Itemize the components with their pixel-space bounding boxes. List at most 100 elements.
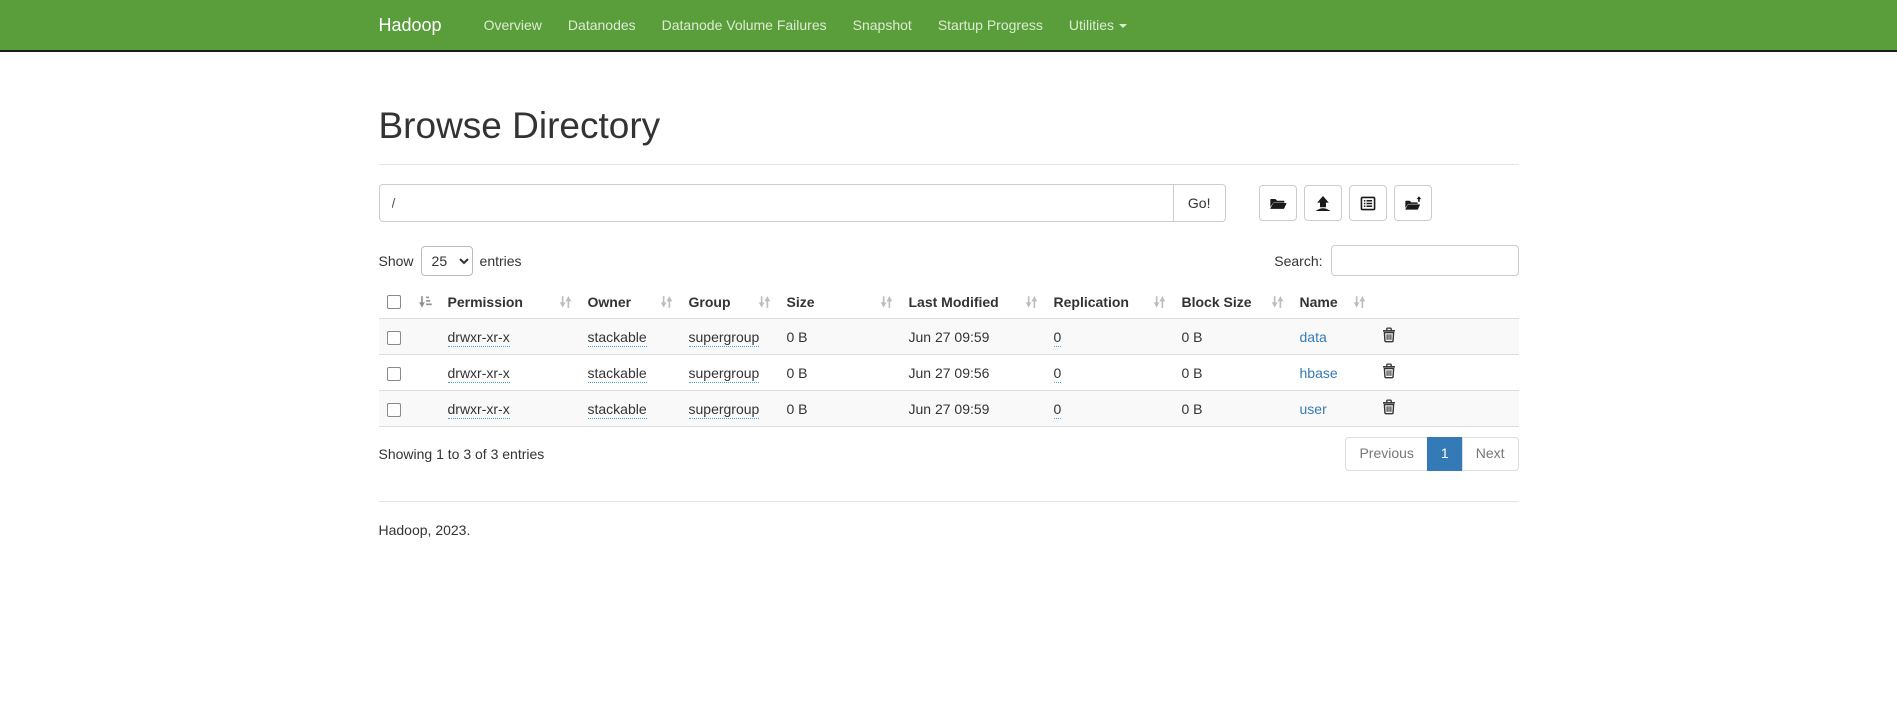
pagination: Previous 1 Next <box>1345 437 1518 471</box>
dir-link[interactable]: user <box>1300 401 1327 417</box>
column-header-permission[interactable]: Permission <box>440 286 580 319</box>
navbar-menu: Overview Datanodes Datanode Volume Failu… <box>471 0 1140 50</box>
nav-item-datanodes[interactable]: Datanodes <box>555 0 649 50</box>
nav-item-datanode-volume-failures[interactable]: Datanode Volume Failures <box>649 0 840 50</box>
permission-value[interactable]: drwxr-xr-x <box>448 329 510 347</box>
search-label: Search: <box>1274 253 1322 269</box>
column-label: Name <box>1300 294 1338 310</box>
table-row: drwxr-xr-x stackable supergroup 0 B Jun … <box>379 355 1519 391</box>
entries-info: Showing 1 to 3 of 3 entries <box>379 446 545 462</box>
column-label: Block Size <box>1182 294 1252 310</box>
group-value[interactable]: supergroup <box>689 329 760 347</box>
caret-down-icon <box>1119 24 1127 28</box>
nav-item-snapshot[interactable]: Snapshot <box>840 0 925 50</box>
owner-value[interactable]: stackable <box>588 401 647 419</box>
site-footer-text: Hadoop, 2023. <box>379 522 1519 538</box>
pagination-page-1[interactable]: 1 <box>1427 437 1463 471</box>
block-size-value: 0 B <box>1182 329 1203 345</box>
sort-icon <box>1025 296 1038 309</box>
column-header-name[interactable]: Name <box>1292 286 1374 319</box>
replication-value[interactable]: 0 <box>1054 329 1062 347</box>
group-value[interactable]: supergroup <box>689 401 760 419</box>
column-label: Permission <box>448 294 523 310</box>
trash-icon <box>1382 399 1396 415</box>
group-value[interactable]: supergroup <box>689 365 760 383</box>
column-header-group[interactable]: Group <box>681 286 779 319</box>
column-header-size[interactable]: Size <box>779 286 901 319</box>
column-label: Owner <box>588 294 632 310</box>
sort-icon <box>880 296 893 309</box>
column-header-actions <box>1374 286 1519 319</box>
dir-link[interactable]: hbase <box>1300 365 1338 381</box>
block-size-value: 0 B <box>1182 401 1203 417</box>
delete-button[interactable] <box>1382 327 1396 343</box>
table-footer: Showing 1 to 3 of 3 entries Previous 1 N… <box>379 437 1519 471</box>
show-label: Show <box>379 253 414 269</box>
directory-path-input[interactable] <box>379 184 1174 222</box>
pagination-previous[interactable]: Previous <box>1345 437 1427 471</box>
nav-item-startup-progress[interactable]: Startup Progress <box>925 0 1056 50</box>
trash-icon <box>1382 327 1396 343</box>
sort-icon <box>660 296 673 309</box>
table-row: drwxr-xr-x stackable supergroup 0 B Jun … <box>379 391 1519 427</box>
go-button[interactable]: Go! <box>1173 184 1226 222</box>
row-checkbox[interactable] <box>387 403 401 417</box>
directory-table: Permission Owner Group Size Last Modifie… <box>379 286 1519 427</box>
last-modified-value: Jun 27 09:59 <box>909 329 990 345</box>
trash-icon <box>1382 363 1396 379</box>
column-label: Group <box>689 294 731 310</box>
table-header-row: Permission Owner Group Size Last Modifie… <box>379 286 1519 319</box>
column-header-block-size[interactable]: Block Size <box>1174 286 1292 319</box>
select-all-checkbox[interactable] <box>387 295 401 309</box>
permission-value[interactable]: drwxr-xr-x <box>448 401 510 419</box>
table-controls: Show 25 entries Search: <box>379 245 1519 276</box>
footer-divider <box>379 501 1519 502</box>
pagination-next[interactable]: Next <box>1462 437 1519 471</box>
sort-icon <box>1353 296 1366 309</box>
size-value: 0 B <box>787 329 808 345</box>
search-input[interactable] <box>1331 245 1519 276</box>
delete-button[interactable] <box>1382 399 1396 415</box>
size-value: 0 B <box>787 401 808 417</box>
replication-value[interactable]: 0 <box>1054 401 1062 419</box>
owner-value[interactable]: stackable <box>588 365 647 383</box>
list-alt-button[interactable] <box>1349 185 1387 221</box>
divider <box>379 164 1519 165</box>
search-control: Search: <box>1274 245 1518 276</box>
delete-button[interactable] <box>1382 363 1396 379</box>
page-title: Browse Directory <box>379 105 1519 147</box>
folder-open-button[interactable] <box>1259 185 1297 221</box>
navbar-brand[interactable]: Hadoop <box>379 0 457 50</box>
folder-open-icon <box>1269 196 1287 211</box>
list-alt-icon <box>1359 196 1377 211</box>
folder-upload-icon <box>1404 196 1422 211</box>
column-header-last-modified[interactable]: Last Modified <box>901 286 1046 319</box>
entries-label: entries <box>480 253 522 269</box>
nav-item-utilities-dropdown[interactable]: Utilities <box>1056 0 1140 50</box>
last-modified-value: Jun 27 09:56 <box>909 365 990 381</box>
table-row: drwxr-xr-x stackable supergroup 0 B Jun … <box>379 319 1519 355</box>
sort-icon <box>1271 296 1284 309</box>
path-bar: Go! <box>379 184 1519 222</box>
page-size-select[interactable]: 25 <box>421 246 473 276</box>
sort-icon <box>1153 296 1166 309</box>
column-header-replication[interactable]: Replication <box>1046 286 1174 319</box>
row-checkbox[interactable] <box>387 331 401 345</box>
row-checkbox[interactable] <box>387 367 401 381</box>
column-header-owner[interactable]: Owner <box>580 286 681 319</box>
sort-asc-icon <box>419 296 432 309</box>
upload-file-button[interactable] <box>1304 185 1342 221</box>
permission-value[interactable]: drwxr-xr-x <box>448 365 510 383</box>
nav-item-utilities-label: Utilities <box>1069 17 1114 33</box>
owner-value[interactable]: stackable <box>588 329 647 347</box>
replication-value[interactable]: 0 <box>1054 365 1062 383</box>
block-size-value: 0 B <box>1182 365 1203 381</box>
create-directory-button[interactable] <box>1394 185 1432 221</box>
explorer-toolbar <box>1259 185 1432 221</box>
nav-item-overview[interactable]: Overview <box>471 0 555 50</box>
column-header-select-all[interactable] <box>379 286 440 319</box>
main-content: Browse Directory Go! Show 25 <box>364 105 1534 538</box>
last-modified-value: Jun 27 09:59 <box>909 401 990 417</box>
sort-icon <box>758 296 771 309</box>
dir-link[interactable]: data <box>1300 329 1327 345</box>
